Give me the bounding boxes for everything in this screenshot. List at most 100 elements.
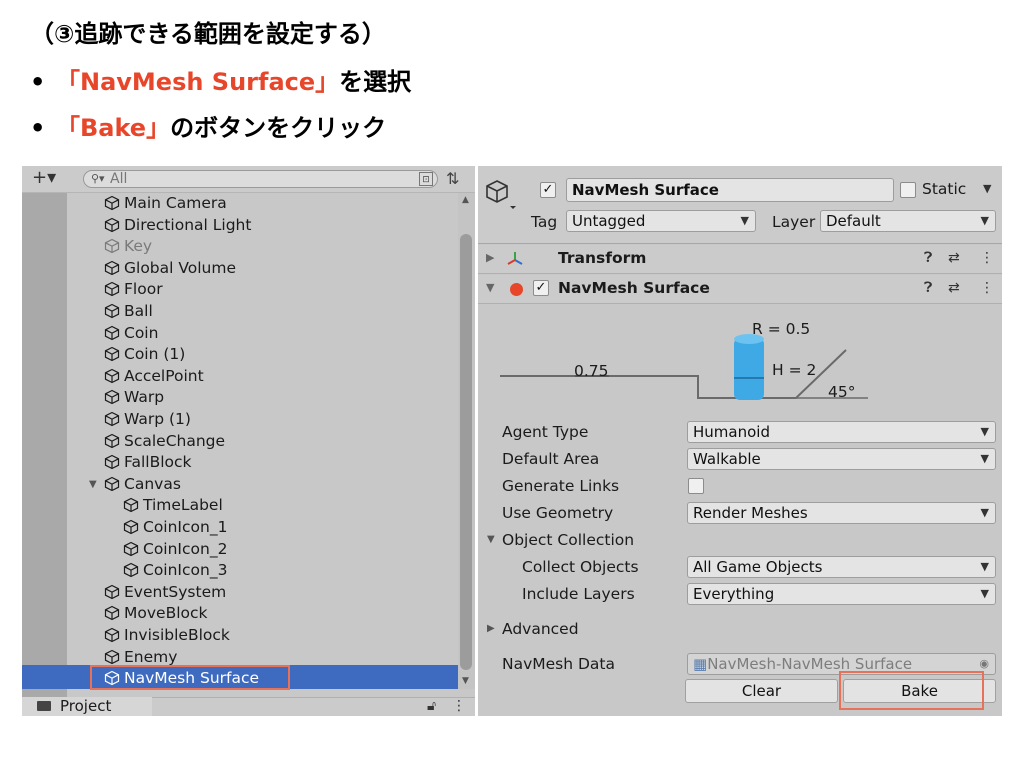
hierarchy-search-field[interactable]: ⚲▾ All ⊡ [83,170,438,188]
search-by-type-icon[interactable]: ⊡ [419,172,433,186]
component-label: NavMesh Surface [558,279,710,297]
gameobject-icon [104,387,124,408]
collapse-arrow-icon[interactable]: ▼ [486,281,494,294]
gameobject-icon [104,279,124,300]
hierarchy-item[interactable]: EventSystem [104,582,226,603]
add-object-button[interactable]: +▾ [32,167,56,188]
hierarchy-item[interactable]: Floor [104,279,163,300]
use-geometry-dropdown[interactable]: Render Meshes ▼ [687,502,996,524]
hierarchy-item[interactable]: ScaleChange [104,431,225,452]
expand-arrow-icon[interactable]: ▶ [486,251,494,264]
more-options-icon[interactable]: ⋮ [452,698,466,714]
tag-dropdown[interactable]: Untagged ▼ [566,210,756,232]
default-area-dropdown[interactable]: Walkable ▼ [687,448,996,470]
help-icon[interactable]: ❓︎ [924,280,932,296]
hierarchy-item[interactable]: InvisibleBlock [104,625,230,646]
more-options-icon[interactable]: ⋮ [980,280,994,296]
gameobject-icon [104,193,124,214]
gameobject-icon [104,301,124,322]
hierarchy-item[interactable]: Warp (1) [104,409,191,430]
more-options-icon[interactable]: ⋮ [980,250,994,266]
include-layers-dropdown[interactable]: Everything ▼ [687,583,996,605]
hierarchy-item[interactable]: Global Volume [104,258,236,279]
hierarchy-item-label: Key [124,237,153,256]
default-area-value: Walkable [693,450,761,468]
navmesh-surface-header[interactable]: ▼ ✓ NavMesh Surface ❓︎ ⇄ ⋮ [478,275,1002,304]
static-label: Static [922,180,967,198]
gameobject-icon [104,366,124,387]
hierarchy-item[interactable]: Directional Light [104,215,251,236]
agent-type-label: Agent Type [502,423,589,441]
advanced-foldout-icon[interactable]: ▶ [487,623,495,634]
navmesh-data-label: NavMesh Data [502,655,616,673]
sort-icon[interactable]: ⇅ [446,169,459,188]
object-collection-foldout-icon[interactable]: ▼ [487,534,495,545]
scroll-up-icon[interactable]: ▲ [462,195,469,205]
hierarchy-item[interactable]: Warp [104,387,164,408]
hierarchy-item[interactable]: Main Camera [104,193,227,214]
height-label: H = 2 [772,361,817,379]
help-icon[interactable]: ❓︎ [924,250,932,266]
hierarchy-item[interactable]: Coin [104,323,158,344]
inspector-header: ✓ NavMesh Surface Static ▼ Tag Untagged ▼… [478,166,1002,244]
layer-dropdown[interactable]: Default ▼ [820,210,996,232]
hierarchy-item[interactable]: TimeLabel [123,495,223,516]
bullet-select-navmesh: • 「NavMesh Surface」を選択 [30,62,411,97]
gameobject-icon [104,625,124,646]
inspector-panel: ✓ NavMesh Surface Static ▼ Tag Untagged ▼… [478,166,1002,716]
hierarchy-item-label: MoveBlock [124,604,208,623]
hierarchy-item[interactable]: ▼ Canvas [89,474,181,495]
object-name-field[interactable]: NavMesh Surface [566,178,894,202]
tag-value: Untagged [572,212,646,230]
gameobject-icon [104,323,124,344]
component-enabled-checkbox[interactable]: ✓ [533,280,549,296]
active-checkbox[interactable]: ✓ [540,182,556,198]
gameobject-icon [104,452,124,473]
hierarchy-item-label: Canvas [124,474,181,493]
hierarchy-item[interactable]: CoinIcon_2 [123,539,227,560]
hierarchy-item[interactable]: MoveBlock [104,603,208,624]
lock-icon[interactable]: 🔓︎ [427,698,436,714]
generate-links-checkbox[interactable] [688,478,704,494]
transform-header[interactable]: ▶ Transform ❓︎ ⇄ ⋮ [478,245,1002,274]
chevron-down-icon: ▼ [740,214,749,227]
hierarchy-item[interactable]: AccelPoint [104,366,204,387]
hierarchy-item-label: ScaleChange [124,431,226,450]
scroll-down-icon[interactable]: ▼ [462,676,469,686]
advanced-label[interactable]: Advanced [502,620,579,638]
hierarchy-panel: +▾ ⚲▾ All ⊡ ⇅ ▲ ▼ Main Camera Directional… [22,166,475,716]
preset-icon[interactable]: ⇄ [948,280,960,296]
chevron-down-icon: ▼ [980,506,989,519]
hierarchy-item[interactable]: Key [104,236,152,257]
agent-type-dropdown[interactable]: Humanoid ▼ [687,421,996,443]
hierarchy-item[interactable]: Ball [104,301,153,322]
hierarchy-item-label: Directional Light [124,215,252,234]
gameobject-icon [123,560,143,581]
scrollbar-thumb[interactable] [460,234,472,670]
collect-objects-dropdown[interactable]: All Game Objects ▼ [687,556,996,578]
tab-project[interactable]: Project [22,697,152,716]
layer-value: Default [826,212,881,230]
hierarchy-item[interactable]: CoinIcon_3 [123,560,227,581]
hierarchy-item-label: CoinIcon_3 [143,561,228,580]
static-checkbox[interactable] [900,182,916,198]
project-tab-label: Project [60,697,112,715]
hierarchy-item-label: InvisibleBlock [124,626,230,644]
hierarchy-item[interactable]: CoinIcon_1 [123,517,227,538]
static-dropdown-icon[interactable]: ▼ [983,182,991,195]
gameobject-cube-icon [486,180,516,209]
hierarchy-item-label: Warp (1) [124,410,191,428]
include-layers-value: Everything [693,585,775,603]
object-collection-label[interactable]: Object Collection [502,531,634,549]
gameobject-icon [104,236,124,257]
hierarchy-item-label: Global Volume [124,258,237,277]
hierarchy-item[interactable]: Coin (1) [104,344,185,365]
clear-button[interactable]: Clear [685,679,838,703]
gameobject-icon [123,517,143,538]
callout-bake [839,671,984,710]
hierarchy-item[interactable]: FallBlock [104,452,192,473]
preset-icon[interactable]: ⇄ [948,250,960,266]
gameobject-icon [104,215,124,236]
hierarchy-item-label: CoinIcon_2 [143,539,228,558]
expand-arrow-icon[interactable]: ▼ [89,474,97,495]
